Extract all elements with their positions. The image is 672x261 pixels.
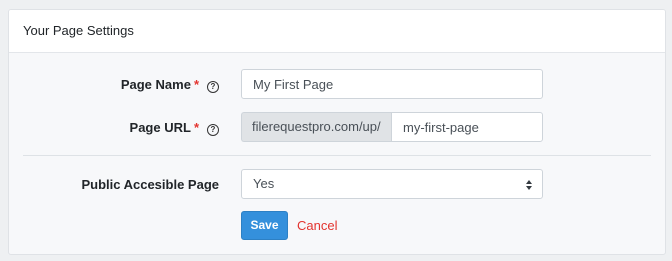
page-name-label-group: Page Name *? (9, 77, 219, 93)
required-marker: * (193, 77, 199, 92)
save-button[interactable]: Save (241, 211, 288, 240)
public-page-select[interactable]: Yes (241, 169, 543, 199)
page-settings-card: Your Page Settings Page Name*? Page URL*… (8, 9, 666, 255)
page-url-label-group: Page URL *? (9, 120, 219, 136)
cancel-link[interactable]: Cancel (297, 218, 337, 233)
page-url-label: Page URL (129, 120, 191, 135)
url-prefix-addon: filerequestpro.com/up/ (241, 112, 391, 142)
public-page-selected-value: Yes (253, 176, 275, 191)
question-circle-icon[interactable]: ? (207, 81, 219, 93)
required-marker: * (193, 120, 199, 135)
page-name-label: Page Name (120, 77, 191, 92)
page-url-slug-input[interactable] (391, 112, 543, 142)
page-name-input[interactable] (241, 69, 543, 99)
card-title: Your Page Settings (23, 23, 134, 38)
select-arrows-icon (526, 180, 532, 190)
public-page-label: Public Accesible Page (81, 177, 219, 192)
question-circle-icon[interactable]: ? (207, 124, 219, 136)
form-divider (23, 155, 651, 156)
card-header: Your Page Settings (9, 10, 665, 53)
